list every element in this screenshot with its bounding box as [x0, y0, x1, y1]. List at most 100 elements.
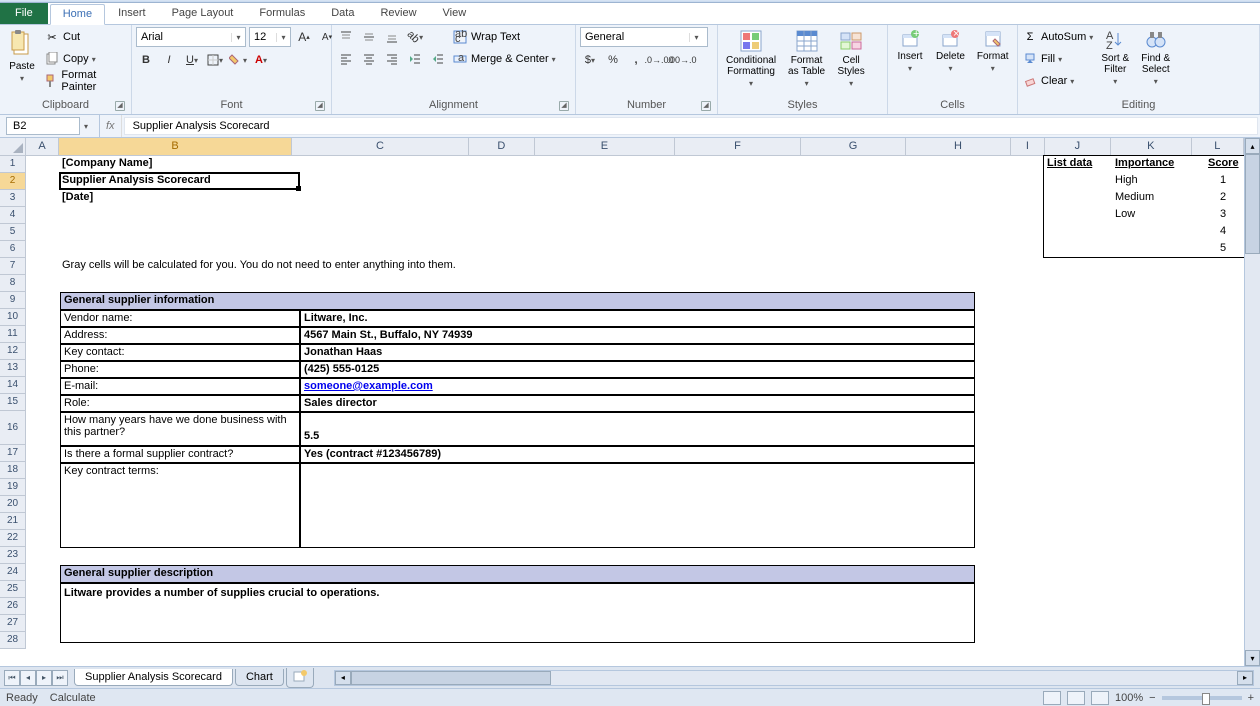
- cell-b3[interactable]: [Date]: [60, 190, 95, 204]
- sheet-tab-active[interactable]: Supplier Analysis Scorecard: [74, 669, 233, 686]
- page-layout-view-button[interactable]: [1067, 691, 1085, 705]
- increase-decimal-button[interactable]: .0→.00: [649, 50, 669, 70]
- cell-label[interactable]: Key contract terms:: [60, 463, 300, 548]
- conditional-formatting-button[interactable]: Conditional Formatting▾: [722, 27, 780, 90]
- increase-indent-button[interactable]: [428, 49, 448, 69]
- select-all-corner[interactable]: [0, 138, 26, 156]
- autosum-button[interactable]: ΣAutoSum▾: [1022, 27, 1093, 47]
- row-header[interactable]: 16: [0, 411, 26, 445]
- cut-button[interactable]: ✂Cut: [44, 27, 127, 47]
- cell-value[interactable]: Yes (contract #123456789): [300, 446, 975, 463]
- col-header[interactable]: H: [906, 138, 1011, 156]
- row-header[interactable]: 8: [0, 275, 26, 292]
- align-top-button[interactable]: [336, 27, 356, 47]
- increase-font-button[interactable]: A▴: [294, 27, 314, 47]
- dialog-launcher-icon[interactable]: ◢: [701, 101, 711, 111]
- scroll-thumb[interactable]: [1245, 154, 1260, 254]
- format-as-table-button[interactable]: Format as Table▾: [784, 27, 829, 90]
- row-header[interactable]: 17: [0, 445, 26, 462]
- format-painter-button[interactable]: Format Painter: [44, 71, 127, 91]
- row-header[interactable]: 11: [0, 326, 26, 343]
- tab-review[interactable]: Review: [367, 3, 429, 24]
- cell-value[interactable]: (425) 555-0125: [300, 361, 975, 378]
- scroll-right-icon[interactable]: ▸: [1237, 671, 1253, 685]
- cell-header[interactable]: Importance: [1113, 156, 1176, 170]
- section-header[interactable]: General supplier information: [60, 292, 975, 310]
- section-header[interactable]: General supplier description: [60, 565, 975, 583]
- number-format-combo[interactable]: ▾: [580, 27, 708, 47]
- email-link[interactable]: someone@example.com: [304, 380, 433, 392]
- row-header[interactable]: 22: [0, 530, 26, 547]
- cell-label[interactable]: Address:: [60, 327, 300, 344]
- copy-button[interactable]: Copy▾: [44, 49, 127, 69]
- borders-button[interactable]: ▾: [205, 50, 225, 70]
- name-box[interactable]: ▾: [0, 115, 100, 137]
- formula-input[interactable]: [124, 117, 1258, 135]
- zoom-out-button[interactable]: −: [1149, 692, 1155, 704]
- underline-button[interactable]: U▾: [182, 50, 202, 70]
- italic-button[interactable]: I: [159, 50, 179, 70]
- sheet-tab[interactable]: Chart: [235, 669, 284, 686]
- cell-label[interactable]: How many years have we done business wit…: [60, 412, 300, 446]
- zoom-slider[interactable]: [1162, 696, 1242, 700]
- row-header[interactable]: 5: [0, 224, 26, 241]
- cell-header[interactable]: Score: [1206, 156, 1241, 170]
- col-header[interactable]: I: [1011, 138, 1045, 156]
- tab-view[interactable]: View: [430, 3, 480, 24]
- sort-filter-button[interactable]: AZSort & Filter▾: [1097, 27, 1133, 88]
- chevron-down-icon[interactable]: ▾: [80, 122, 92, 131]
- align-right-button[interactable]: [382, 49, 402, 69]
- row-header[interactable]: 21: [0, 513, 26, 530]
- fill-button[interactable]: Fill▾: [1022, 49, 1093, 69]
- col-header[interactable]: L: [1192, 138, 1244, 156]
- last-sheet-button[interactable]: ⏭: [52, 670, 68, 686]
- row-header[interactable]: 13: [0, 360, 26, 377]
- cell-b2[interactable]: Supplier Analysis Scorecard: [60, 173, 213, 187]
- cell-value[interactable]: High: [1113, 173, 1140, 187]
- col-header[interactable]: E: [535, 138, 675, 156]
- cell-value[interactable]: Medium: [1113, 190, 1156, 204]
- chevron-down-icon[interactable]: ▾: [276, 33, 290, 42]
- scroll-up-icon[interactable]: ▴: [1245, 138, 1260, 154]
- row-header[interactable]: 9: [0, 292, 26, 309]
- cells-area[interactable]: [Company Name] Supplier Analysis Scoreca…: [26, 156, 1244, 666]
- tab-page-layout[interactable]: Page Layout: [159, 3, 247, 24]
- row-header[interactable]: 25: [0, 581, 26, 598]
- row-header[interactable]: 19: [0, 479, 26, 496]
- row-header[interactable]: 1: [0, 156, 26, 173]
- scroll-thumb[interactable]: [351, 671, 551, 685]
- percent-format-button[interactable]: %: [603, 50, 623, 70]
- first-sheet-button[interactable]: ⏮: [4, 670, 20, 686]
- col-header[interactable]: D: [469, 138, 535, 156]
- insert-cells-button[interactable]: +Insert▾: [892, 27, 928, 75]
- cell-value[interactable]: [300, 463, 975, 548]
- cell-label[interactable]: E-mail:: [60, 378, 300, 395]
- row-header[interactable]: 28: [0, 632, 26, 649]
- row-header[interactable]: 7: [0, 258, 26, 275]
- fill-color-button[interactable]: ▾: [228, 50, 248, 70]
- font-size-combo[interactable]: ▾: [249, 27, 291, 47]
- scroll-down-icon[interactable]: ▾: [1245, 650, 1260, 666]
- paste-button[interactable]: Paste ▾: [4, 27, 40, 85]
- align-left-button[interactable]: [336, 49, 356, 69]
- cell-label[interactable]: Key contact:: [60, 344, 300, 361]
- align-center-button[interactable]: [359, 49, 379, 69]
- dialog-launcher-icon[interactable]: ◢: [559, 101, 569, 111]
- accounting-format-button[interactable]: $▾: [580, 50, 600, 70]
- tab-insert[interactable]: Insert: [105, 3, 159, 24]
- chevron-down-icon[interactable]: ▾: [231, 33, 245, 42]
- clear-button[interactable]: Clear▾: [1022, 71, 1093, 91]
- col-header[interactable]: J: [1045, 138, 1111, 156]
- row-header[interactable]: 2: [0, 173, 26, 190]
- cell-value[interactable]: someone@example.com: [300, 378, 975, 395]
- cell-label[interactable]: Vendor name:: [60, 310, 300, 327]
- cell-value[interactable]: 3: [1218, 207, 1228, 221]
- page-break-view-button[interactable]: [1091, 691, 1109, 705]
- zoom-level[interactable]: 100%: [1115, 692, 1143, 704]
- row-header[interactable]: 12: [0, 343, 26, 360]
- row-header[interactable]: 23: [0, 547, 26, 564]
- dialog-launcher-icon[interactable]: ◢: [115, 101, 125, 111]
- col-header[interactable]: F: [675, 138, 801, 156]
- row-header[interactable]: 20: [0, 496, 26, 513]
- delete-cells-button[interactable]: ×Delete▾: [932, 27, 969, 75]
